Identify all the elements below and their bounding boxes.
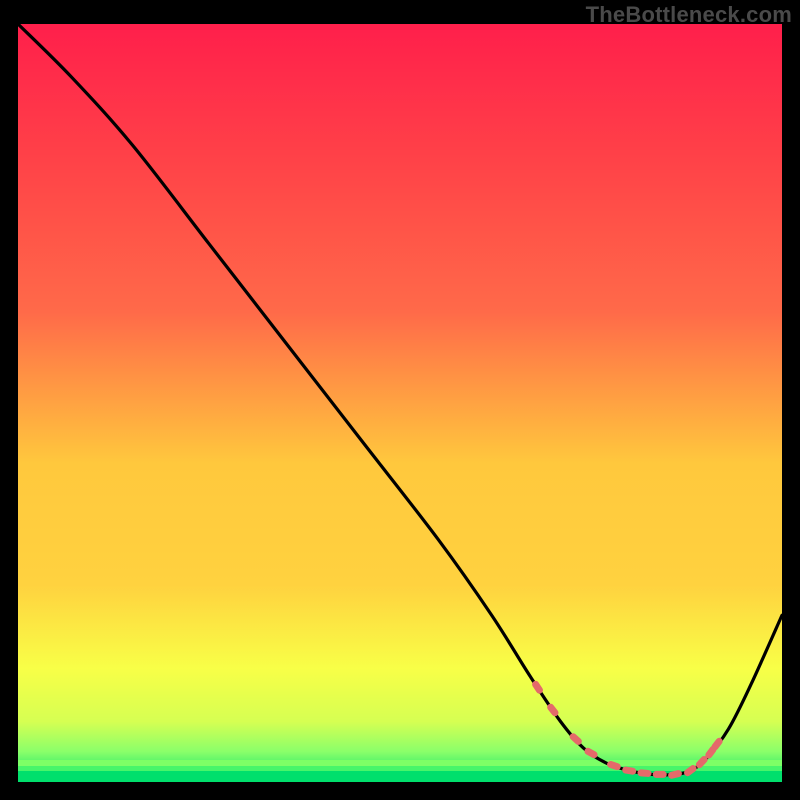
band [18,766,782,771]
band [18,760,782,766]
watermark-text: TheBottleneck.com [586,2,792,28]
dash-segment [653,771,667,778]
plot-area [18,24,782,782]
chart-frame: TheBottleneck.com [0,0,800,800]
gradient-background [18,24,782,782]
bottleneck-chart [18,24,782,782]
band [18,771,782,782]
